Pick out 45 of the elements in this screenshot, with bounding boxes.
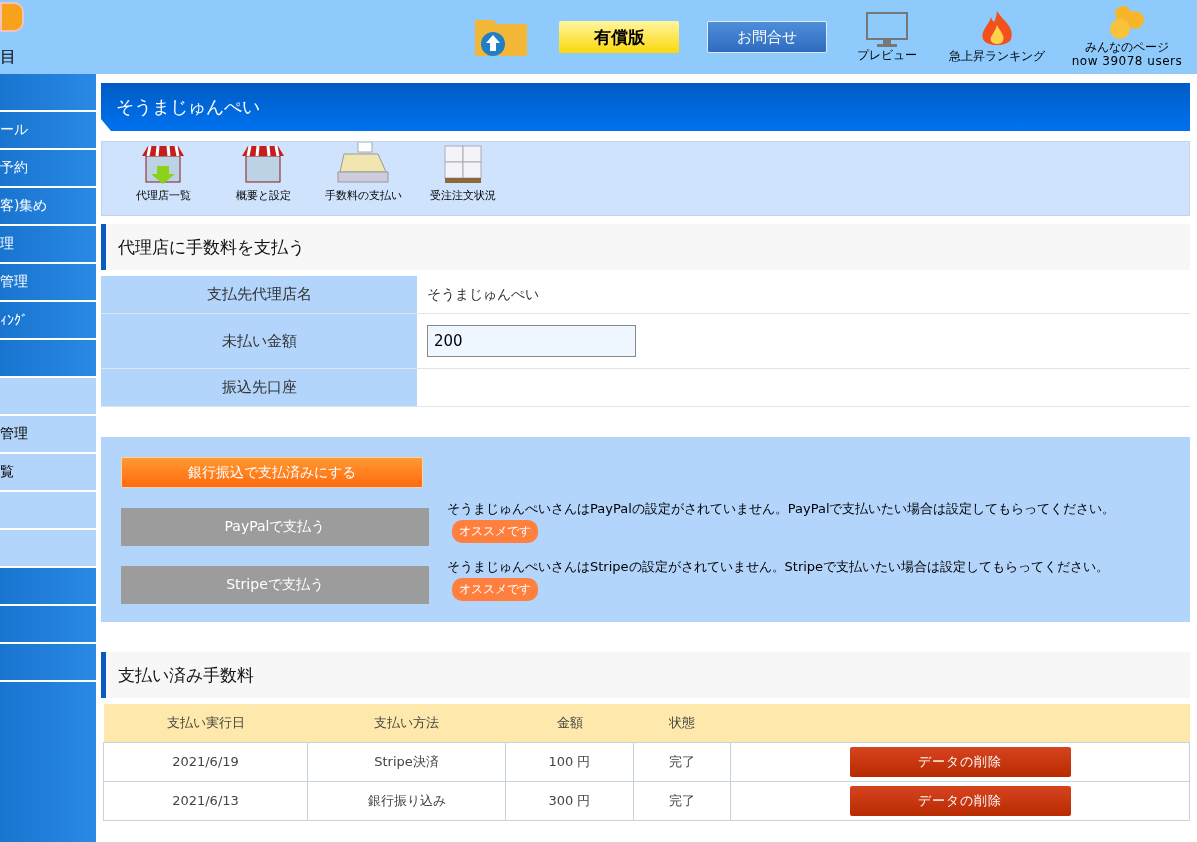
toolbar-button[interactable]: 代理店一覧 — [122, 142, 204, 203]
cash-register-icon — [336, 142, 390, 184]
delete-button[interactable]: データの削除 — [849, 785, 1071, 816]
pay-button[interactable]: Stripeで支払う — [121, 566, 429, 604]
column-header: 支払い方法 — [307, 704, 506, 742]
paid-version-button[interactable]: 有償版 — [559, 21, 679, 53]
table-cell: 完了 — [633, 781, 731, 820]
table-cell: Stripe決済 — [307, 742, 506, 781]
form-label: 未払い金額 — [101, 314, 417, 368]
monitor-icon[interactable] — [866, 12, 908, 48]
everyone-page-label[interactable]: みんなのページ — [1085, 40, 1169, 54]
ranking-label[interactable]: 急上昇ランキング — [949, 49, 1045, 63]
table-cell: 300 円 — [505, 781, 634, 820]
table-cell: 銀行振り込み — [307, 781, 506, 820]
toolbar-button[interactable]: 概要と設定 — [222, 142, 304, 203]
column-header: 支払い実行日 — [103, 704, 308, 742]
recommend-badge: オススメです — [452, 578, 538, 601]
pay-button[interactable]: PayPalで支払う — [121, 508, 429, 546]
form-label: 支払先代理店名 — [101, 276, 417, 313]
boxes-icon — [441, 142, 485, 184]
notice-text: そうまじゅんぺいさんはStripeの設定がされていません。Stripeで支払いたい場合は設定してもらってください。 — [447, 558, 1110, 576]
toolbar-button[interactable]: 受注注文状況 — [422, 142, 504, 203]
table-cell: 2021/6/13 — [103, 781, 308, 820]
form-label: 振込先口座 — [101, 369, 417, 406]
sidebar-item[interactable]: 管理 — [0, 416, 96, 454]
table-cell: 完了 — [633, 742, 731, 781]
section-heading: 支払い済み手数料 — [101, 652, 1190, 698]
table-cell: 100 円 — [505, 742, 634, 781]
toolbar-button[interactable]: 手数料の支払い — [322, 142, 404, 203]
form-value: そうまじゅんぺい — [427, 285, 539, 304]
preview-label[interactable]: プレビュー — [857, 48, 917, 62]
user-count: now 39078 users — [1071, 54, 1183, 68]
contact-button[interactable]: お問合せ — [707, 21, 827, 53]
section-heading: 代理店に手数料を支払う — [101, 224, 1190, 270]
sidebar-item[interactable]: 覧 — [0, 454, 96, 492]
page-title: そうまじゅんぺい — [101, 83, 1190, 131]
logo-icon[interactable] — [0, 2, 24, 32]
notice-text: そうまじゅんぺいさんはPayPalの設定がされていません。PayPalで支払いたい場合は設定してもらってください。 — [447, 500, 1116, 518]
table-cell: 2021/6/19 — [103, 742, 308, 781]
column-header: 状態 — [633, 704, 731, 742]
delete-button[interactable]: データの削除 — [849, 746, 1071, 777]
recommend-badge: オススメです — [452, 520, 538, 543]
column-header: 金額 — [505, 704, 634, 742]
logo-label: 目 — [0, 47, 17, 68]
amount-input[interactable]: 200 — [427, 325, 636, 357]
